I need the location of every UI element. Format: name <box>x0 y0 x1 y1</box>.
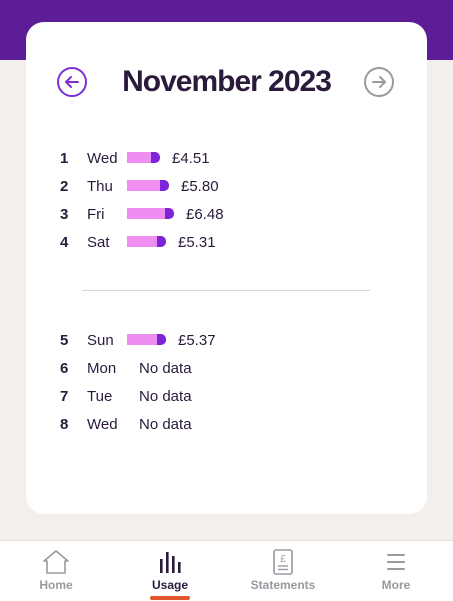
arrow-right-icon <box>372 76 386 88</box>
week-divider <box>82 290 370 291</box>
day-number: 2 <box>60 177 69 195</box>
previous-month-button[interactable] <box>57 67 87 97</box>
usage-bar <box>127 180 169 191</box>
day-amount: £5.80 <box>181 177 219 195</box>
usage-bar <box>127 152 160 163</box>
day-number: 3 <box>60 205 69 223</box>
tab-usage[interactable]: Usage <box>120 541 220 601</box>
usage-bar <box>127 334 166 345</box>
bottom-tab-bar: Home Usage £ Statements More <box>0 540 453 601</box>
day-name: Wed <box>87 415 118 433</box>
day-name: Mon <box>87 359 117 377</box>
day-name: Sun <box>87 331 114 349</box>
usage-bar <box>127 208 174 219</box>
menu-icon <box>387 554 405 570</box>
no-data-label: No data <box>139 415 192 433</box>
day-row: 7 Tue No data <box>26 382 427 410</box>
usage-chart-icon <box>160 552 181 573</box>
tab-more[interactable]: More <box>346 541 446 601</box>
day-row[interactable]: 4 Sat £5.31 <box>26 228 427 256</box>
tab-home[interactable]: Home <box>6 541 106 601</box>
statement-icon: £ <box>273 549 293 575</box>
day-number: 1 <box>60 149 69 167</box>
tab-label: Statements <box>250 578 316 592</box>
day-number: 5 <box>60 331 69 349</box>
next-month-button[interactable] <box>364 67 394 97</box>
no-data-label: No data <box>139 387 192 405</box>
active-tab-indicator <box>150 596 190 600</box>
day-amount: £6.48 <box>186 205 224 223</box>
svg-text:£: £ <box>280 554 286 565</box>
day-row[interactable]: 3 Fri £6.48 <box>26 200 427 228</box>
month-title: November 2023 <box>122 65 332 98</box>
day-amount: £5.31 <box>178 233 216 251</box>
usage-card: November 2023 1 Wed £4.51 2 Thu £5.80 3 … <box>26 22 427 514</box>
home-icon <box>43 550 69 574</box>
tab-statements[interactable]: £ Statements <box>233 541 333 601</box>
day-amount: £4.51 <box>172 149 210 167</box>
day-name: Fri <box>87 205 105 223</box>
no-data-label: No data <box>139 359 192 377</box>
day-row: 8 Wed No data <box>26 410 427 438</box>
usage-bar <box>127 236 166 247</box>
day-name: Thu <box>87 177 113 195</box>
day-number: 7 <box>60 387 69 405</box>
day-name: Sat <box>87 233 110 251</box>
day-row: 6 Mon No data <box>26 354 427 382</box>
day-amount: £5.37 <box>178 331 216 349</box>
day-name: Tue <box>87 387 113 405</box>
day-row[interactable]: 2 Thu £5.80 <box>26 172 427 200</box>
tab-label: Usage <box>151 578 189 592</box>
arrow-left-icon <box>65 76 79 88</box>
tab-label: Home <box>39 578 73 592</box>
tab-label: More <box>381 578 411 592</box>
day-number: 8 <box>60 415 69 433</box>
day-number: 6 <box>60 359 69 377</box>
day-name: Wed <box>87 149 118 167</box>
day-row[interactable]: 5 Sun £5.37 <box>26 326 427 354</box>
day-row[interactable]: 1 Wed £4.51 <box>26 144 427 172</box>
day-number: 4 <box>60 233 69 251</box>
